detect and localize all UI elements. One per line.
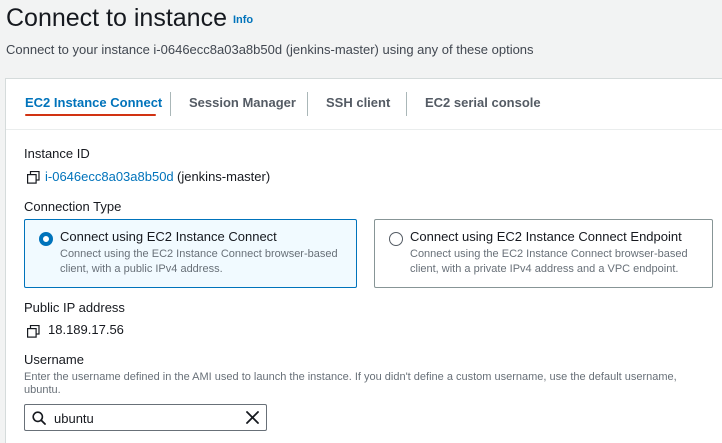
instance-id-label: Instance ID xyxy=(24,146,90,161)
connection-option-description: Connect using the EC2 Instance Connect b… xyxy=(60,248,338,275)
active-tab-indicator xyxy=(25,114,156,116)
username-hint: Enter the username defined in the AMI us… xyxy=(24,371,677,396)
username-label: Username xyxy=(24,352,84,367)
tab-session-manager[interactable]: Session Manager xyxy=(189,79,296,129)
radio-unselected[interactable] xyxy=(389,232,403,246)
tab-divider xyxy=(406,92,407,116)
connection-option-title: Connect using EC2 Instance Connect xyxy=(60,229,277,244)
page-description: Connect to your instance i-0646ecc8a03a8… xyxy=(6,42,534,57)
tab-divider xyxy=(170,92,171,116)
copy-icon[interactable] xyxy=(27,171,40,184)
username-field[interactable] xyxy=(24,404,267,431)
copy-icon[interactable] xyxy=(27,325,40,338)
page-title-text: Connect to instance xyxy=(6,4,227,32)
page-title: Connect to instance Info xyxy=(6,4,253,33)
clear-icon[interactable] xyxy=(246,411,259,424)
connect-panel: EC2 Instance Connect Session Manager SSH… xyxy=(5,78,722,443)
username-input[interactable] xyxy=(54,409,234,427)
tab-ssh-client[interactable]: SSH client xyxy=(326,79,390,129)
connection-option-endpoint[interactable]: Connect using EC2 Instance Connect Endpo… xyxy=(374,219,713,288)
tab-ec2-instance-connect[interactable]: EC2 Instance Connect xyxy=(25,79,162,129)
instance-name: (jenkins-master) xyxy=(177,169,271,184)
connection-option-title: Connect using EC2 Instance Connect Endpo… xyxy=(410,229,682,244)
connection-option-instance-connect[interactable]: Connect using EC2 Instance Connect Conne… xyxy=(24,219,357,288)
instance-id-link[interactable]: i-0646ecc8a03a8b50d xyxy=(45,169,174,184)
connection-option-description: Connect using the EC2 Instance Connect b… xyxy=(410,248,688,275)
info-link[interactable]: Info xyxy=(233,14,253,26)
public-ip-value: 18.189.17.56 xyxy=(48,322,124,337)
public-ip-label: Public IP address xyxy=(24,300,125,315)
search-icon xyxy=(32,411,46,425)
connection-type-label: Connection Type xyxy=(24,199,122,214)
tab-ec2-serial-console[interactable]: EC2 serial console xyxy=(425,79,541,129)
tab-divider xyxy=(307,92,308,116)
tab-bar: EC2 Instance Connect Session Manager SSH… xyxy=(6,79,722,130)
radio-selected[interactable] xyxy=(39,232,53,246)
